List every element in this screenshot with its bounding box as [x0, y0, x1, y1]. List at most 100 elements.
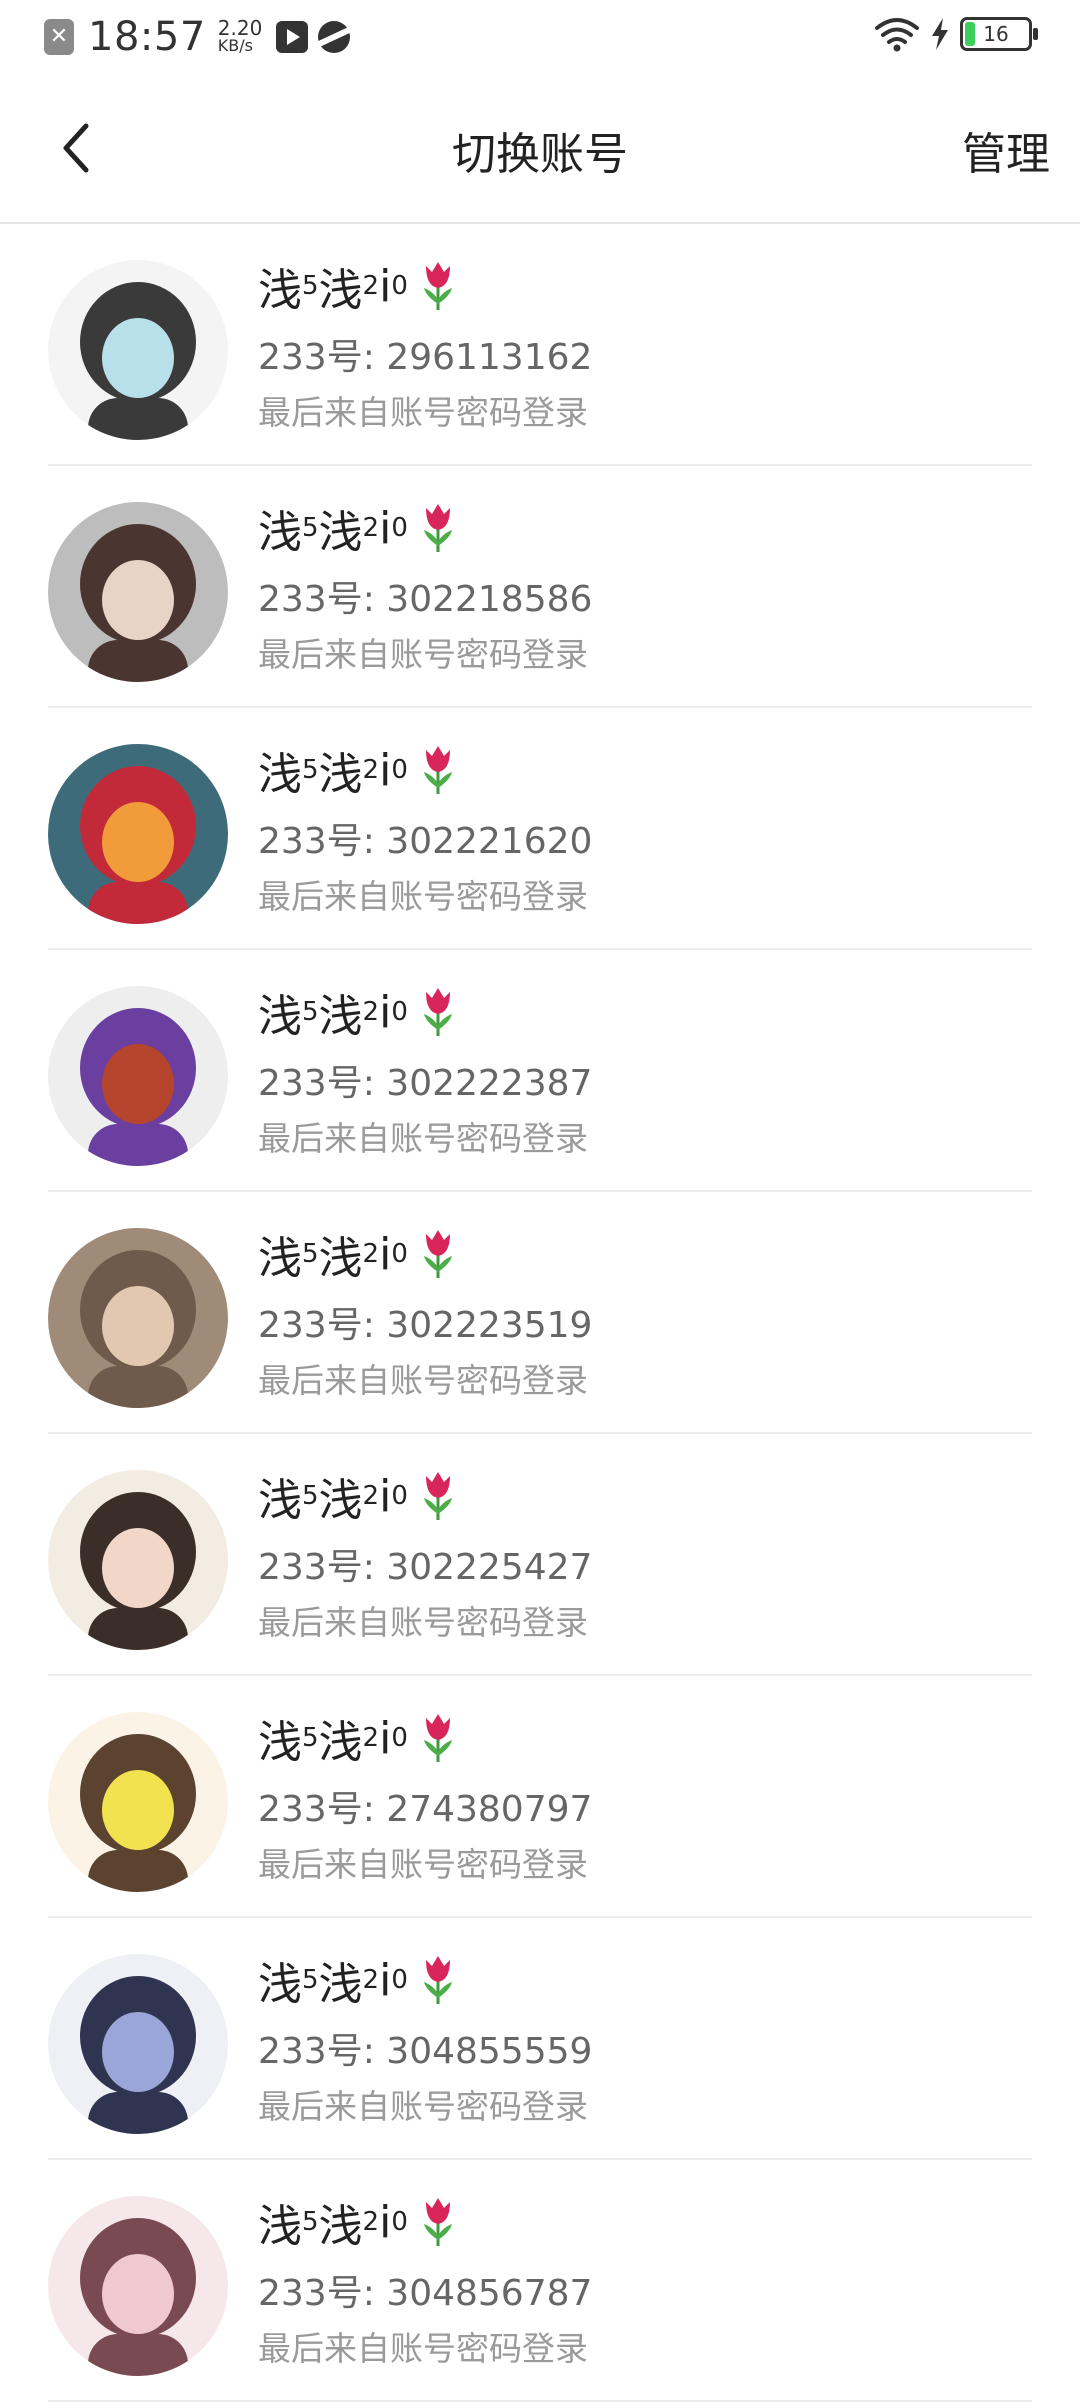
account-item[interactable]: 浅5浅2i0 233号: 304856787 最后来自账号密码登录 — [0, 2160, 1080, 2402]
avatar-image — [48, 2196, 228, 2376]
name-part: 浅 — [318, 1959, 363, 2010]
name-superscript: 5 — [302, 1965, 319, 1995]
tulip-icon — [423, 1230, 452, 1278]
battery-level: 16 — [983, 22, 1009, 46]
login-source: 最后来自账号密码登录 — [258, 635, 588, 674]
status-left: ✕ 18:57 2.20 KB/s — [44, 14, 351, 60]
battery-icon: 16 — [960, 17, 1038, 51]
name-superscript: 2 — [362, 513, 380, 543]
login-source: 最后来自账号密码登录 — [258, 1119, 588, 1158]
name-superscript: 2 — [362, 1239, 380, 1269]
avatar-image — [48, 1228, 228, 1408]
avatar — [48, 986, 228, 1166]
name-superscript: 0 — [391, 271, 408, 301]
avatar — [48, 2196, 228, 2376]
manage-button[interactable]: 管理 — [962, 118, 1050, 182]
name-superscript: 5 — [302, 2207, 319, 2237]
account-id: 233号: 302222387 — [258, 1063, 593, 1104]
account-item[interactable]: 浅5浅2i0 233号: 274380797 最后来自账号密码登录 — [0, 1676, 1080, 1918]
account-item[interactable]: 浅5浅2i0 233号: 302222387 最后来自账号密码登录 — [0, 950, 1080, 1192]
name-superscript: 2 — [362, 997, 380, 1027]
account-name: 浅5浅2i0 — [258, 496, 458, 560]
page-title: 切换账号 — [452, 129, 628, 180]
account-id: 233号: 274380797 — [258, 1789, 593, 1830]
account-name: 浅5浅2i0 — [258, 980, 458, 1044]
account-item[interactable]: 浅5浅2i0 233号: 296113162 最后来自账号密码登录 — [0, 224, 1080, 466]
name-part: i — [379, 502, 392, 554]
account-item[interactable]: 浅5浅2i0 233号: 302225427 最后来自账号密码登录 — [0, 1434, 1080, 1676]
account-name: 浅5浅2i0 — [258, 738, 458, 802]
avatar — [48, 502, 228, 682]
name-part: 浅 — [258, 507, 302, 558]
avatar-image — [48, 1470, 228, 1650]
name-part: i — [379, 1228, 392, 1280]
name-superscript: 5 — [302, 997, 319, 1027]
account-id: 233号: 304856787 — [258, 2273, 593, 2314]
tulip-icon — [423, 504, 452, 552]
battery-nub — [1033, 28, 1038, 40]
avatar-image — [48, 986, 228, 1166]
name-part: i — [379, 744, 392, 796]
account-id: 233号: 302221620 — [258, 821, 593, 862]
login-source: 最后来自账号密码登录 — [258, 2087, 588, 2126]
account-name: 浅5浅2i0 — [258, 1464, 458, 1528]
name-part: 浅 — [318, 1475, 363, 1526]
account-list: 浅5浅2i0 233号: 296113162 最后来自账号密码登录 浅5浅2i0 — [0, 224, 1080, 2402]
name-superscript: 2 — [362, 271, 380, 301]
name-superscript: 5 — [302, 1481, 319, 1511]
planet-icon — [318, 21, 351, 53]
avatar-image — [48, 1954, 228, 2134]
status-bar: ✕ 18:57 2.20 KB/s 16 — [0, 0, 1080, 72]
network-speed: 2.20 KB/s — [217, 18, 263, 55]
name-part: i — [379, 986, 392, 1038]
avatar — [48, 1470, 228, 1650]
tulip-icon — [423, 1714, 452, 1762]
name-superscript: 0 — [391, 997, 408, 1027]
account-item[interactable]: 浅5浅2i0 233号: 302223519 最后来自账号密码登录 — [0, 1192, 1080, 1434]
name-superscript: 0 — [391, 513, 408, 543]
name-part: 浅 — [258, 1717, 302, 1768]
account-item[interactable]: 浅5浅2i0 233号: 302221620 最后来自账号密码登录 — [0, 708, 1080, 950]
name-part: 浅 — [318, 2201, 363, 2252]
name-superscript: 0 — [391, 1965, 408, 1995]
tulip-icon — [423, 262, 452, 310]
avatar — [48, 744, 228, 924]
name-superscript: 2 — [362, 755, 380, 785]
account-id: 233号: 302218586 — [258, 579, 593, 620]
avatar-image — [48, 502, 228, 682]
name-superscript: 2 — [362, 1723, 380, 1753]
name-part: 浅 — [318, 1233, 363, 1284]
name-superscript: 0 — [391, 1723, 408, 1753]
login-source: 最后来自账号密码登录 — [258, 1845, 588, 1884]
avatar — [48, 260, 228, 440]
status-right: 16 — [874, 16, 1038, 52]
name-part: i — [379, 1712, 392, 1764]
avatar — [48, 1228, 228, 1408]
avatar-image — [48, 744, 228, 924]
header: 切换账号 管理 — [0, 72, 1080, 224]
name-part: i — [379, 260, 392, 312]
account-item[interactable]: 浅5浅2i0 233号: 304855559 最后来自账号密码登录 — [0, 1918, 1080, 2160]
avatar-image — [48, 1712, 228, 1892]
notification-x-icon: ✕ — [44, 19, 74, 55]
name-part: 浅 — [318, 991, 363, 1042]
account-id: 233号: 302225427 — [258, 1547, 593, 1588]
login-source: 最后来自账号密码登录 — [258, 393, 588, 432]
network-speed-unit: KB/s — [217, 36, 253, 55]
account-name: 浅5浅2i0 — [258, 1948, 458, 2012]
name-part: 浅 — [318, 1717, 363, 1768]
name-part: 浅 — [258, 1233, 302, 1284]
play-icon — [276, 21, 309, 53]
wifi-icon — [875, 18, 919, 52]
account-item[interactable]: 浅5浅2i0 233号: 302218586 最后来自账号密码登录 — [0, 466, 1080, 708]
avatar-image — [48, 260, 228, 440]
login-source: 最后来自账号密码登录 — [258, 1361, 588, 1400]
name-part: 浅 — [318, 265, 363, 316]
name-part: 浅 — [318, 507, 363, 558]
name-superscript: 0 — [391, 755, 408, 785]
battery-fill — [965, 22, 975, 46]
tulip-icon — [423, 988, 452, 1036]
charging-bolt-icon — [932, 18, 948, 50]
name-superscript: 0 — [391, 1239, 408, 1269]
account-name: 浅5浅2i0 — [258, 1706, 458, 1770]
